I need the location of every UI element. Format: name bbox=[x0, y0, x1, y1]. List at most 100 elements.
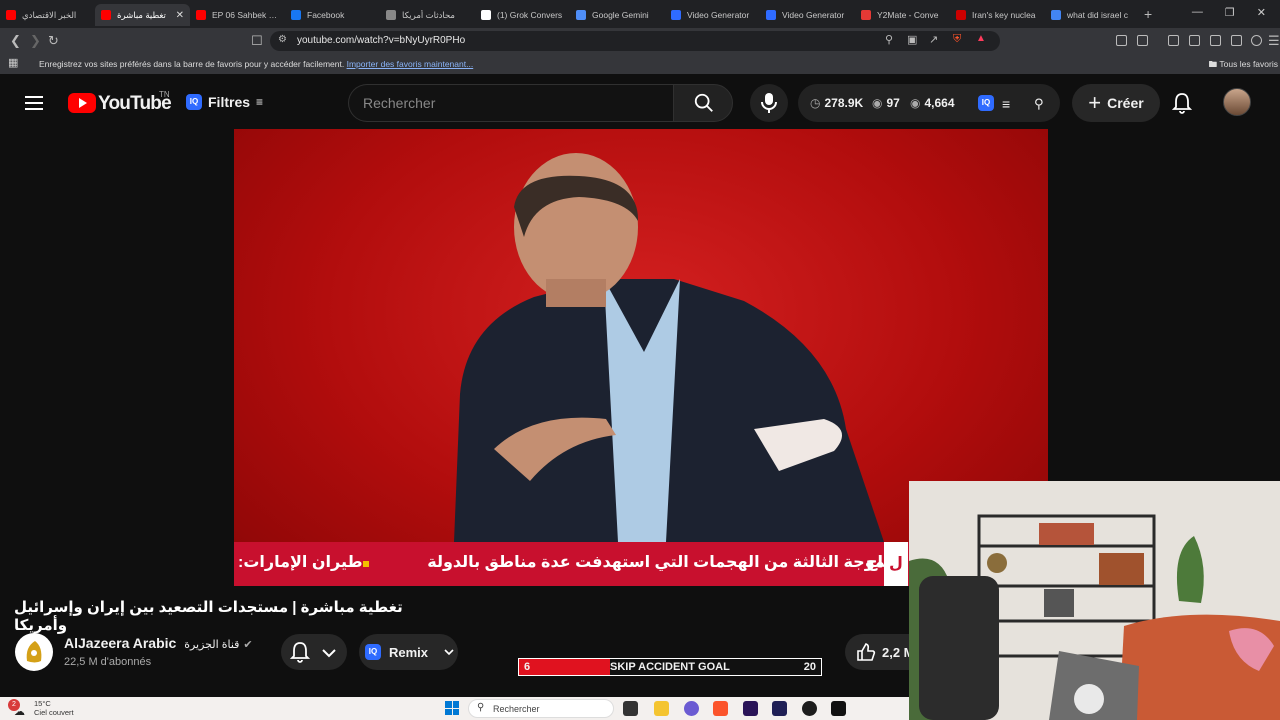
eye-icon: ◉ bbox=[872, 96, 883, 110]
extension-icon[interactable] bbox=[1137, 35, 1148, 46]
tab-favicon-icon bbox=[766, 10, 776, 20]
import-bookmarks-link[interactable]: Importer des favoris maintenant... bbox=[347, 59, 474, 69]
tab-label: الخبر الاقتصادي bbox=[22, 9, 77, 20]
sliders-icon: ≡ bbox=[256, 95, 264, 109]
share-icon[interactable]: ↗ bbox=[929, 33, 938, 46]
search-input[interactable] bbox=[348, 84, 673, 122]
tab-label: Y2Mate - Conve bbox=[877, 10, 939, 20]
skip-goal-fill bbox=[519, 659, 610, 675]
address-bar-row: ❮ ❯ ↻ ☐ ⚙ youtube.com/watch?v=bNyUyrR0PH… bbox=[0, 28, 1280, 54]
tab-label: what did israel c bbox=[1067, 10, 1128, 20]
skip-goal-progress: 6 SKIP ACCIDENT GOAL 20 bbox=[518, 658, 822, 676]
browser-tab[interactable]: الخبر الاقتصادي bbox=[0, 4, 95, 26]
media-icon[interactable] bbox=[1168, 35, 1179, 46]
cast-icon[interactable]: ▣ bbox=[907, 33, 917, 46]
subscription-bell-button[interactable] bbox=[281, 634, 347, 670]
search-button[interactable] bbox=[673, 84, 733, 122]
window-controls: — ❐ ✕ bbox=[1192, 6, 1266, 19]
list-icon[interactable]: ≡ bbox=[1002, 96, 1010, 112]
user-avatar[interactable] bbox=[1223, 88, 1251, 116]
browser-tab[interactable]: EP 06 Sahbek Ra bbox=[190, 4, 285, 26]
tab-label: Facebook bbox=[307, 10, 345, 20]
windows-start-icon[interactable] bbox=[445, 701, 459, 715]
webcam-scene bbox=[909, 481, 1280, 720]
create-label: Créer bbox=[1107, 95, 1144, 111]
ticker-separator bbox=[363, 561, 369, 567]
task-view-icon[interactable] bbox=[623, 701, 638, 716]
vpn-icon[interactable] bbox=[1251, 35, 1262, 46]
after-effects-icon[interactable] bbox=[772, 701, 787, 716]
brave-icon[interactable] bbox=[713, 701, 728, 716]
brave-rewards-icon[interactable]: ▲ bbox=[976, 33, 986, 44]
browser-tab[interactable]: Y2Mate - Conve bbox=[855, 4, 950, 26]
voice-search-button[interactable] bbox=[750, 84, 788, 122]
brave-shield-icon[interactable]: ⛨ bbox=[953, 33, 961, 46]
bookmarks-message: Enregistrez vos sites préférés dans la b… bbox=[39, 59, 473, 69]
thumbs-up-icon bbox=[857, 643, 876, 661]
taskbar-search[interactable]: ⚲ Rechercher bbox=[468, 699, 614, 718]
remix-label: Remix bbox=[389, 644, 429, 660]
tab-label: Video Generator bbox=[687, 10, 750, 20]
notifications-bell-icon[interactable] bbox=[1172, 92, 1192, 114]
folder-icon: 🖿 bbox=[1208, 59, 1218, 69]
hamburger-menu-icon[interactable] bbox=[25, 96, 43, 110]
minimize-icon[interactable]: — bbox=[1192, 6, 1203, 19]
close-window-icon[interactable]: ✕ bbox=[1257, 6, 1266, 19]
zoom-icon[interactable]: ⚲ bbox=[885, 33, 893, 46]
browser-tab[interactable]: (1) Grok Convers bbox=[475, 4, 570, 26]
iq-icon: IQ bbox=[365, 644, 381, 660]
search-icon: ⚲ bbox=[477, 702, 485, 713]
sidebar-icon[interactable] bbox=[1189, 35, 1200, 46]
browser-tab[interactable]: محادثات أمريكا bbox=[380, 4, 475, 26]
menu-icon[interactable]: ☰ bbox=[1268, 33, 1280, 49]
browser-tab[interactable]: Iran's key nuclea bbox=[950, 4, 1045, 26]
cloud-icon[interactable]: ☁ bbox=[14, 705, 25, 718]
back-icon[interactable]: ❮ bbox=[10, 33, 21, 49]
channel-name-text: AlJazeera Arabic bbox=[64, 635, 177, 651]
restore-icon[interactable]: ❐ bbox=[1225, 6, 1235, 19]
windows-taskbar: 2 ☁ 15°C Ciel couvert ⚲ Rechercher bbox=[0, 697, 909, 720]
file-explorer-icon[interactable] bbox=[654, 701, 669, 716]
close-tab-icon[interactable]: ✕ bbox=[176, 10, 184, 21]
channel-name[interactable]: AlJazeera Arabic قناة الجزيرة ✔ bbox=[64, 635, 253, 651]
verified-icon: ✔ bbox=[243, 639, 253, 651]
tab-favicon-icon bbox=[1051, 10, 1061, 20]
new-tab-button[interactable]: + bbox=[1144, 6, 1152, 22]
create-button[interactable]: + Créer bbox=[1072, 84, 1160, 122]
extension-icon[interactable] bbox=[1116, 35, 1127, 46]
tab-label: Video Generator bbox=[782, 10, 845, 20]
browser-tab[interactable]: تغطية مباشرة ✕ bbox=[95, 4, 190, 26]
forward-icon[interactable]: ❯ bbox=[30, 33, 41, 49]
browser-tab[interactable]: Video Generator bbox=[760, 4, 855, 26]
eyes-stat: ◉ 97 bbox=[872, 96, 900, 110]
channel-avatar[interactable] bbox=[15, 633, 53, 671]
youtube-logo-icon[interactable] bbox=[68, 93, 96, 113]
tab-label: تغطية مباشرة bbox=[117, 9, 166, 20]
app-m-icon[interactable] bbox=[831, 701, 846, 716]
remix-button[interactable]: IQ Remix bbox=[359, 634, 458, 670]
iq-icon[interactable]: IQ bbox=[978, 95, 994, 111]
trophy-icon[interactable]: ⚲ bbox=[1034, 96, 1044, 112]
leo-icon[interactable] bbox=[1231, 35, 1242, 46]
url-field[interactable]: ⚙ youtube.com/watch?v=bNyUyrR0PHo ⚲ ▣ ↗ … bbox=[270, 31, 1000, 51]
weather-widget[interactable]: 15°C Ciel couvert bbox=[34, 699, 74, 717]
site-info-icon[interactable]: ⚙ bbox=[278, 34, 287, 45]
apps-icon[interactable]: ▦ bbox=[8, 56, 18, 69]
browser-tab[interactable]: what did israel c bbox=[1045, 4, 1140, 26]
ticker-next-text: طيران الإمارات: bbox=[238, 554, 363, 571]
filters-button[interactable]: IQ Filtres ≡ bbox=[186, 94, 263, 110]
discord-icon[interactable] bbox=[684, 701, 699, 716]
tab-favicon-icon bbox=[291, 10, 301, 20]
all-bookmarks-button[interactable]: 🖿 Tous les favoris bbox=[1209, 59, 1278, 73]
tab-favicon-icon bbox=[6, 10, 16, 20]
browser-tab[interactable]: Google Gemini bbox=[570, 4, 665, 26]
browser-tab[interactable]: Facebook bbox=[285, 4, 380, 26]
obs-icon[interactable] bbox=[802, 701, 817, 716]
browser-tab[interactable]: Video Generator bbox=[665, 4, 760, 26]
all-bookmarks-label: Tous les favoris bbox=[1219, 59, 1278, 69]
reload-icon[interactable]: ↻ bbox=[48, 33, 59, 49]
wallet-icon[interactable] bbox=[1210, 35, 1221, 46]
tab-favicon-icon bbox=[481, 10, 491, 20]
bookmark-icon[interactable]: ☐ bbox=[251, 33, 263, 49]
premiere-pro-icon[interactable] bbox=[743, 701, 758, 716]
